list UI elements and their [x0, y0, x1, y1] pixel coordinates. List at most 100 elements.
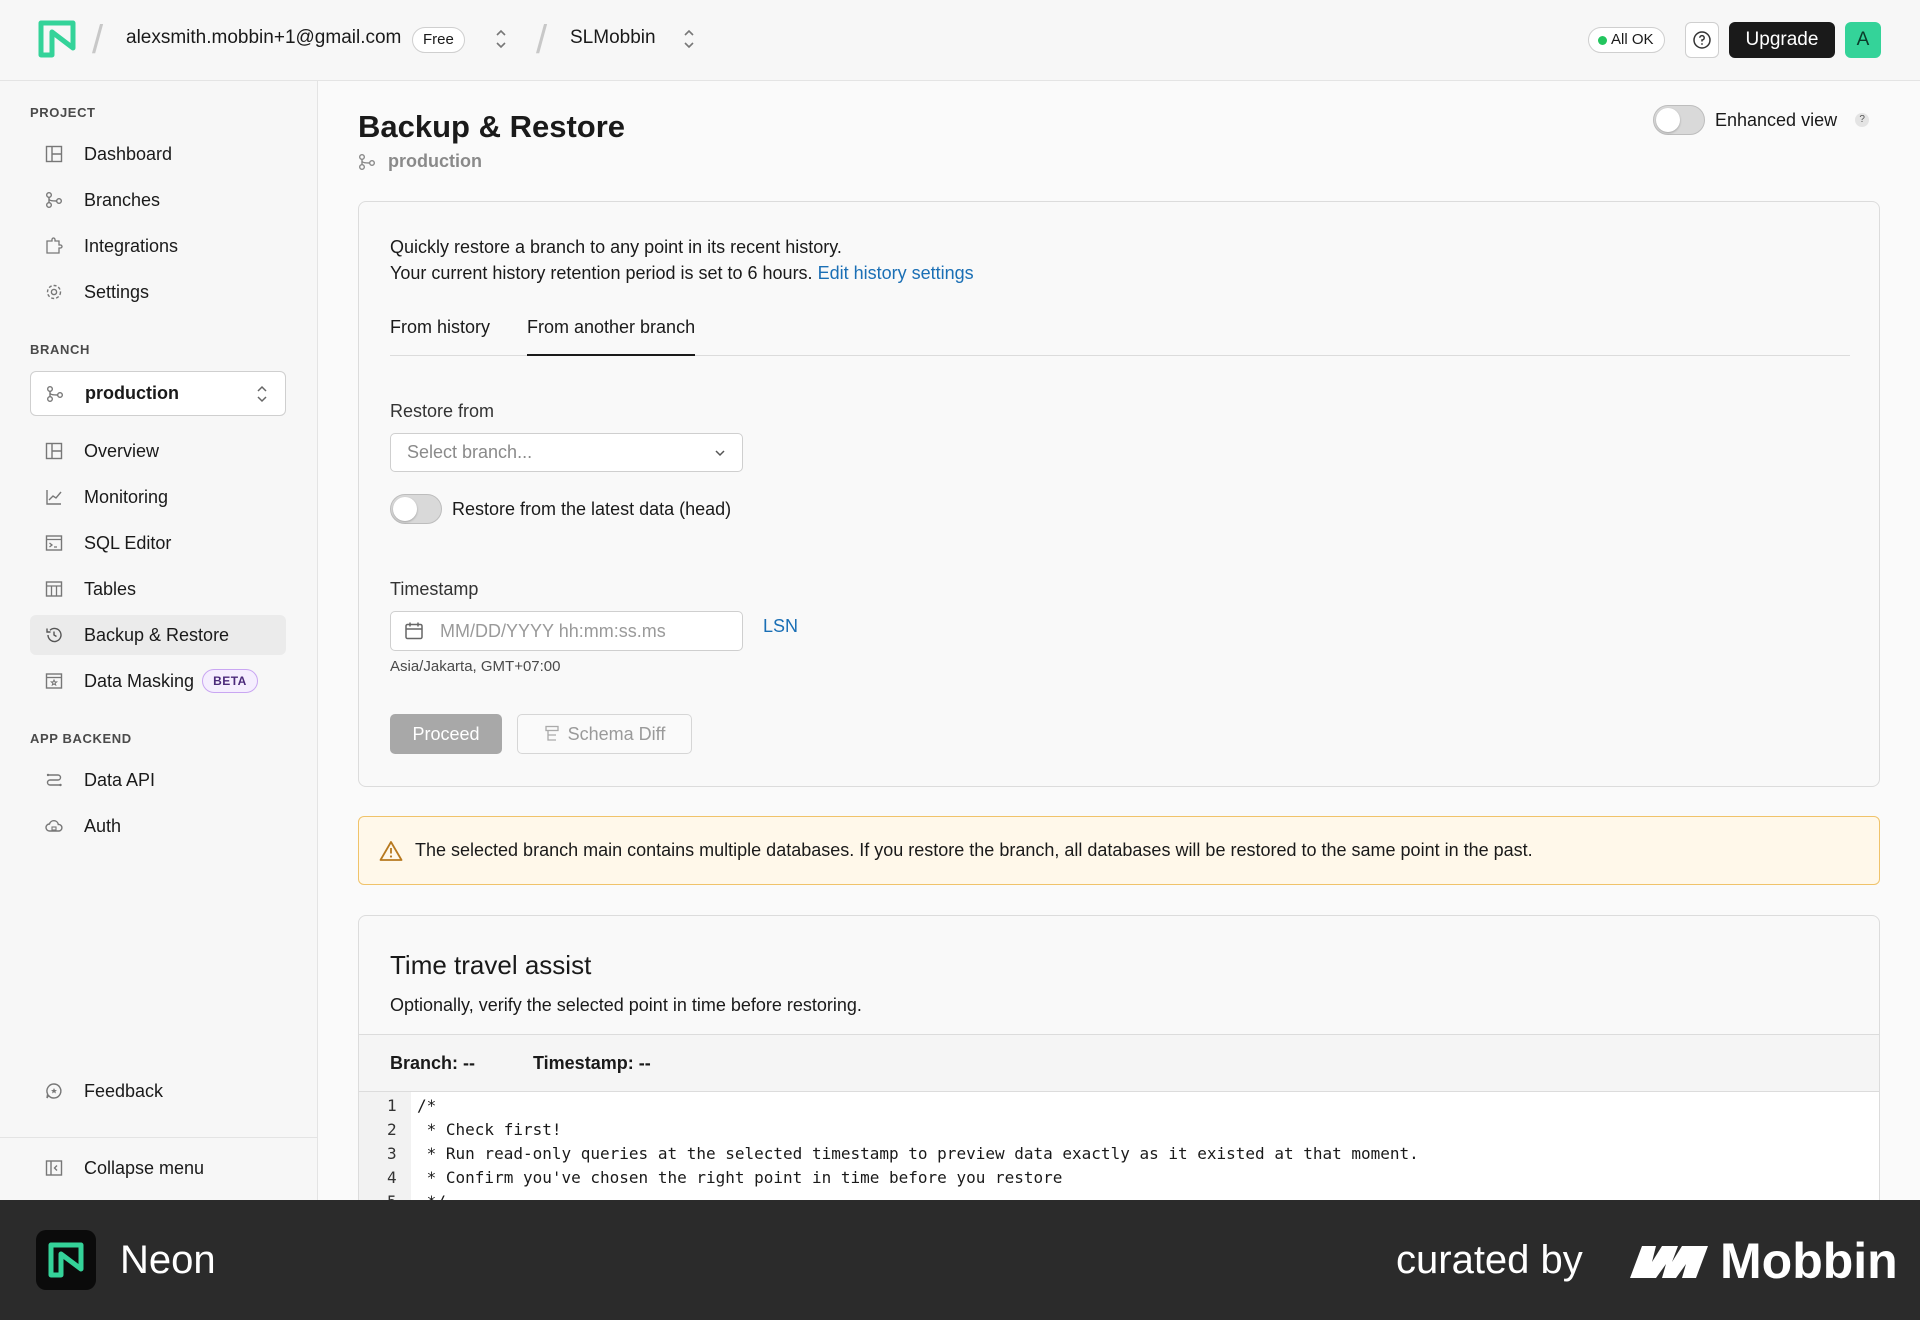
sidebar-item-label: SQL Editor	[84, 532, 172, 553]
branch-icon	[44, 190, 64, 210]
sidebar-item-label: Settings	[84, 281, 150, 302]
status-text: All OK	[1611, 31, 1654, 48]
sidebar-divider	[0, 1137, 318, 1138]
sidebar-item-label: Auth	[84, 815, 122, 836]
account-email[interactable]: alexsmith.mobbin+1@gmail.com	[126, 27, 401, 49]
collapse-menu-label: Collapse menu	[84, 1157, 205, 1178]
sidebar-item-branches[interactable]: Branches	[30, 180, 286, 220]
toggle-knob	[1656, 108, 1680, 132]
edit-history-settings-link[interactable]: Edit history settings	[818, 263, 974, 283]
time-travel-title: Time travel assist	[390, 950, 592, 980]
sidebar-item-label: Data API	[84, 769, 156, 790]
timestamp-input[interactable]: MM/DD/YYYY hh:mm:ss.ms	[390, 611, 743, 651]
curator-brand-name: Mobbin	[1720, 1233, 1898, 1289]
code-line: * Confirm you've chosen the right point …	[417, 1168, 1063, 1187]
chevron-down-icon	[715, 450, 725, 457]
neon-logo-icon[interactable]	[38, 20, 76, 58]
proceed-button[interactable]: Proceed	[390, 714, 502, 754]
app-brand-name: Neon	[120, 1238, 216, 1282]
feedback-icon	[44, 1081, 64, 1101]
enhanced-view-control: Enhanced view ?	[1653, 105, 1870, 135]
sidebar-item-auth[interactable]: Auth	[30, 806, 286, 846]
feedback-label: Feedback	[84, 1080, 164, 1101]
beta-badge: BETA	[202, 669, 258, 693]
branch-selector-value: production	[85, 383, 179, 403]
branch-icon	[358, 153, 376, 171]
neon-app-icon	[36, 1230, 96, 1290]
footer-banner: Neon curated by Mobbin	[0, 1200, 1920, 1320]
toggle-knob	[393, 497, 417, 521]
code-line: /*	[417, 1096, 437, 1115]
help-button[interactable]	[1685, 22, 1719, 58]
restore-latest-label: Restore from the latest data (head)	[452, 498, 732, 519]
sidebar-item-monitoring[interactable]: Monitoring	[30, 477, 286, 517]
line-number: 4	[387, 1168, 397, 1187]
sidebar-item-overview[interactable]: Overview	[30, 431, 286, 471]
enhanced-view-toggle[interactable]	[1653, 105, 1705, 135]
retention-description: Your current history retention period is…	[390, 263, 974, 284]
sidebar-item-sql-editor[interactable]: SQL Editor	[30, 523, 286, 563]
line-number: 2	[387, 1120, 397, 1139]
sidebar-item-label: Backup & Restore	[84, 624, 230, 645]
main-content: Backup & Restore production Enhanced vie…	[318, 81, 1920, 1200]
page-branch-subtitle: production	[358, 151, 482, 172]
sidebar-item-label: Dashboard	[84, 143, 173, 164]
warning-text: The selected branch main contains multip…	[415, 840, 1533, 860]
timezone-text: Asia/Jakarta, GMT+07:00	[390, 658, 561, 675]
breadcrumb-separator: /	[92, 18, 104, 62]
feedback-button[interactable]: Feedback	[30, 1071, 286, 1111]
line-number: 1	[387, 1096, 397, 1115]
time-travel-branch: Branch: --	[390, 1053, 475, 1073]
restore-description: Quickly restore a branch to any point in…	[390, 237, 842, 257]
sidebar-section-branch: BRANCH	[30, 342, 90, 357]
schema-diff-icon	[544, 725, 560, 743]
sidebar-item-backup-restore[interactable]: Backup & Restore	[30, 615, 286, 655]
code-line: * Run read-only queries at the selected …	[417, 1144, 1419, 1163]
status-badge[interactable]: All OK	[1588, 27, 1665, 53]
code-line: * Check first!	[417, 1120, 562, 1139]
plan-badge: Free	[412, 27, 465, 53]
calendar-icon	[405, 622, 423, 640]
chevron-updown-icon	[257, 385, 267, 403]
status-dot-icon	[1598, 36, 1607, 45]
curated-by-text: curated by	[1396, 1238, 1583, 1282]
warning-icon	[379, 840, 403, 862]
avatar[interactable]: A	[1845, 22, 1881, 58]
top-bar: / alexsmith.mobbin+1@gmail.com Free / SL…	[0, 0, 1920, 81]
sidebar-item-label: Overview	[84, 440, 160, 461]
lsn-link[interactable]: LSN	[763, 616, 798, 637]
tab-from-history[interactable]: From history	[390, 310, 490, 356]
sidebar-item-dashboard[interactable]: Dashboard	[30, 134, 286, 174]
sidebar-item-settings[interactable]: Settings	[30, 272, 286, 312]
tab-from-another-branch[interactable]: From another branch	[527, 310, 696, 356]
restore-latest-toggle[interactable]	[390, 494, 442, 524]
collapse-menu-button[interactable]: Collapse menu	[30, 1148, 286, 1188]
upgrade-button[interactable]: Upgrade	[1729, 22, 1835, 58]
terminal-icon	[44, 533, 64, 553]
sidebar-item-integrations[interactable]: Integrations	[30, 226, 286, 266]
schema-diff-label: Schema Diff	[567, 723, 666, 744]
sidebar-item-label: Monitoring	[84, 486, 169, 507]
sidebar-item-data-api[interactable]: Data API	[30, 760, 286, 800]
sidebar-item-data-masking[interactable]: Data Masking BETA	[30, 661, 286, 701]
mobbin-logo-icon	[1630, 1246, 1708, 1278]
account-switcher-icon[interactable]	[494, 24, 508, 54]
sidebar-item-tables[interactable]: Tables	[30, 569, 286, 609]
history-icon	[44, 625, 64, 645]
time-travel-info-bar: Branch: -- Timestamp: --	[359, 1034, 1879, 1092]
sidebar-section-app-backend: APP BACKEND	[30, 731, 132, 746]
project-name[interactable]: SLMobbin	[570, 27, 656, 49]
sidebar-item-label: Data Masking	[84, 670, 195, 691]
gear-icon	[44, 282, 64, 302]
sidebar-item-label: Branches	[84, 189, 161, 210]
branch-selector[interactable]: production	[30, 371, 286, 416]
schema-diff-button[interactable]: Schema Diff	[517, 714, 692, 754]
dashboard-icon	[44, 441, 64, 461]
sql-code-editor[interactable]: 1 /* 2 * Check first! 3 * Run read-only …	[359, 1092, 1879, 1200]
project-switcher-icon[interactable]	[682, 24, 696, 54]
question-icon[interactable]: ?	[1855, 113, 1870, 127]
restore-from-label: Restore from	[390, 401, 495, 421]
chart-line-icon	[44, 487, 64, 507]
restore-tabs: From history From another branch	[390, 310, 1850, 356]
restore-from-select[interactable]: Select branch...	[390, 433, 743, 472]
